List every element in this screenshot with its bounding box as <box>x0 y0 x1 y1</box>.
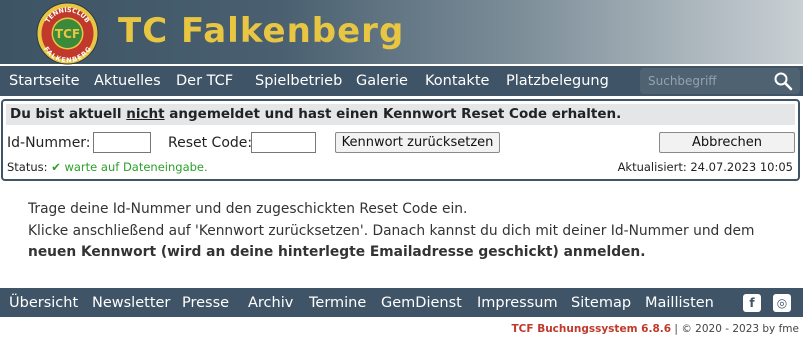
footer-nav-sitemap[interactable]: Sitemap <box>571 294 631 312</box>
nav-startseite[interactable]: Startseite <box>9 72 80 90</box>
id-number-input[interactable] <box>93 132 151 153</box>
facebook-icon[interactable]: f <box>743 294 761 312</box>
copyright-line: TCF Buchungssystem 6.8.6 | © 2020 - 2023… <box>512 323 800 336</box>
password-reset-panel: Du bist aktuell nicht angemeldet und has… <box>1 99 800 181</box>
nav-platzbelegung[interactable]: Platzbelegung <box>506 72 609 90</box>
panel-heading: Du bist aktuell nicht angemeldet und has… <box>6 104 795 125</box>
nav-aktuelles[interactable]: Aktuelles <box>94 72 161 90</box>
footer-nav: Übersicht Newsletter Presse Archiv Termi… <box>0 288 803 317</box>
footer-nav-newsletter[interactable]: Newsletter <box>92 294 170 312</box>
footer-nav-impressum[interactable]: Impressum <box>477 294 558 312</box>
club-logo[interactable]: TCF TENNISCLUB FALKENBERG <box>36 2 99 65</box>
instagram-icon[interactable]: ◎ <box>773 294 791 312</box>
instruction-line-3-rest: (wird an deine hinterlegte Emailadresse … <box>156 244 646 260</box>
footer-nav-uebersicht[interactable]: Übersicht <box>9 294 78 312</box>
search-icon[interactable] <box>773 71 793 91</box>
heading-suffix: angemeldet und hast einen Kennwort Reset… <box>164 106 622 122</box>
footer-nav-gemdienst[interactable]: GemDienst <box>381 294 462 312</box>
copyright-separator: | <box>674 323 678 335</box>
footer-nav-presse[interactable]: Presse <box>182 294 229 312</box>
check-icon: ✔ <box>51 160 61 174</box>
reset-password-button[interactable]: Kennwort zurücksetzen <box>335 132 500 153</box>
id-number-label: Id-Nummer: <box>7 135 91 151</box>
footer-nav-termine[interactable]: Termine <box>309 294 366 312</box>
heading-prefix: Du bist aktuell <box>10 106 127 122</box>
search-box <box>640 68 800 94</box>
footer-nav-archiv[interactable]: Archiv <box>248 294 293 312</box>
logo-center-text: TCF <box>55 27 80 41</box>
booking-system-brand[interactable]: TCF Buchungssystem 6.8.6 <box>512 323 672 335</box>
new-password-emphasis: neuen Kennwort <box>28 244 157 260</box>
instruction-line-2: Klicke anschließend auf 'Kennwort zurück… <box>28 223 755 239</box>
cancel-button[interactable]: Abbrechen <box>659 132 795 153</box>
nav-kontakte[interactable]: Kontakte <box>425 72 489 90</box>
reset-code-input[interactable] <box>251 132 316 153</box>
status-line: Status: ✔ warte auf Dateneingabe. <box>7 160 208 175</box>
status-text: warte auf Dateneingabe. <box>64 160 208 174</box>
nav-spielbetrieb[interactable]: Spielbetrieb <box>255 72 342 90</box>
search-input[interactable] <box>648 72 768 90</box>
copyright-text: © 2020 - 2023 by fme <box>681 323 799 335</box>
instruction-line-1: Trage deine Id-Nummer und den zugeschick… <box>28 201 468 217</box>
nav-der-tcf[interactable]: Der TCF <box>176 72 233 90</box>
last-updated: Aktualisiert: 24.07.2023 10:05 <box>617 160 793 174</box>
instruction-line-3: neuen Kennwort (wird an deine hinterlegt… <box>28 242 768 263</box>
status-label: Status: <box>7 160 48 174</box>
header-banner: TCF TENNISCLUB FALKENBERG TC Falkenberg <box>0 0 803 66</box>
footer-nav-maillisten[interactable]: Maillisten <box>645 294 714 312</box>
heading-emphasis: nicht <box>126 106 165 122</box>
reset-code-label: Reset Code: <box>168 135 253 151</box>
nav-galerie[interactable]: Galerie <box>356 72 408 90</box>
site-title[interactable]: TC Falkenberg <box>118 11 404 51</box>
login-status-heading: Du bist aktuell nicht angemeldet und has… <box>10 106 621 123</box>
